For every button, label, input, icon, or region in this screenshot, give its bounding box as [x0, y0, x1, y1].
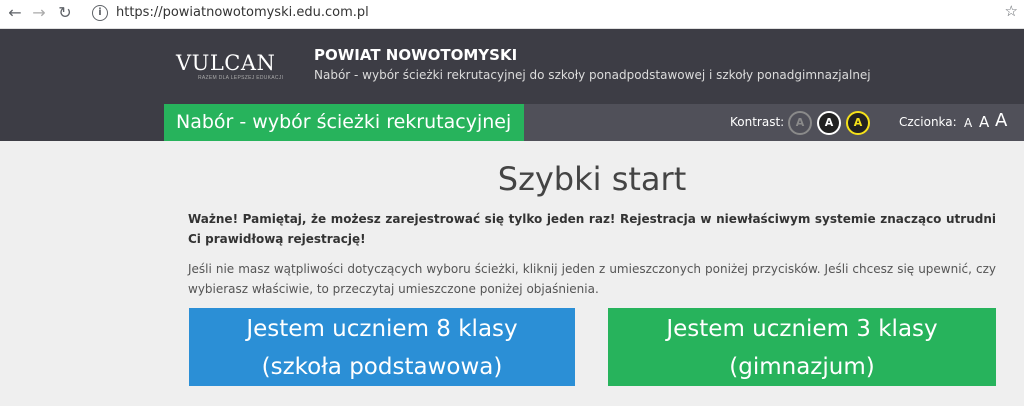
main-title: Szybki start [497, 160, 687, 198]
forward-arrow-icon[interactable]: → [30, 4, 48, 22]
contrast-default-button[interactable]: A [788, 111, 812, 135]
gimnazjum-button-line2: (gimnazjum) [729, 354, 875, 380]
font-large-button[interactable]: A [995, 110, 1007, 131]
contrast-white-button[interactable]: A [817, 111, 841, 135]
bookmark-star-icon[interactable]: ☆ [1005, 2, 1018, 20]
gimnazjum-button-line1: Jestem uczniem 3 klasy [666, 316, 938, 342]
org-subtitle: Nabór - wybór ścieżki rekrutacyjnej do s… [314, 68, 871, 82]
browser-toolbar: ← → ↻ i https://powiatnowotomyski.edu.co… [0, 0, 1024, 29]
info-text: Jeśli nie masz wątpliwości dotyczących w… [188, 262, 996, 296]
site-info-icon[interactable]: i [92, 5, 108, 21]
logo-tagline: RAZEM DLA LEPSZEJ EDUKACJI [198, 75, 284, 81]
page-title: Nabór - wybór ścieżki rekrutacyjnej [164, 104, 524, 141]
gimnazjum-button[interactable]: Jestem uczniem 3 klasy (gimnazjum) [608, 308, 996, 386]
font-size-label: Czcionka: [899, 115, 957, 129]
primary-school-button[interactable]: Jestem uczniem 8 klasy (szkoła podstawow… [189, 308, 575, 386]
org-title: POWIAT NOWOTOMYSKI [314, 46, 518, 64]
font-medium-button[interactable]: A [979, 113, 989, 131]
site-header: VULCAN RAZEM DLA LEPSZEJ EDUKACJI POWIAT… [0, 29, 1024, 141]
address-bar[interactable]: i https://powiatnowotomyski.edu.com.pl [86, 2, 986, 24]
contrast-yellow-button[interactable]: A [846, 111, 870, 135]
warning-text: Ważne! Pamiętaj, że możesz zarejestrować… [188, 212, 996, 246]
reload-icon[interactable]: ↻ [56, 4, 74, 22]
url-text[interactable]: https://powiatnowotomyski.edu.com.pl [116, 5, 369, 20]
back-arrow-icon[interactable]: ← [6, 4, 24, 22]
primary-button-line2: (szkoła podstawowa) [261, 354, 503, 380]
primary-button-line1: Jestem uczniem 8 klasy [246, 316, 518, 342]
font-small-button[interactable]: A [964, 116, 972, 130]
vulcan-logo[interactable]: VULCAN [176, 51, 275, 75]
contrast-label: Kontrast: [730, 115, 785, 129]
sub-bar: Nabór - wybór ścieżki rekrutacyjnej Kont… [164, 104, 1024, 141]
